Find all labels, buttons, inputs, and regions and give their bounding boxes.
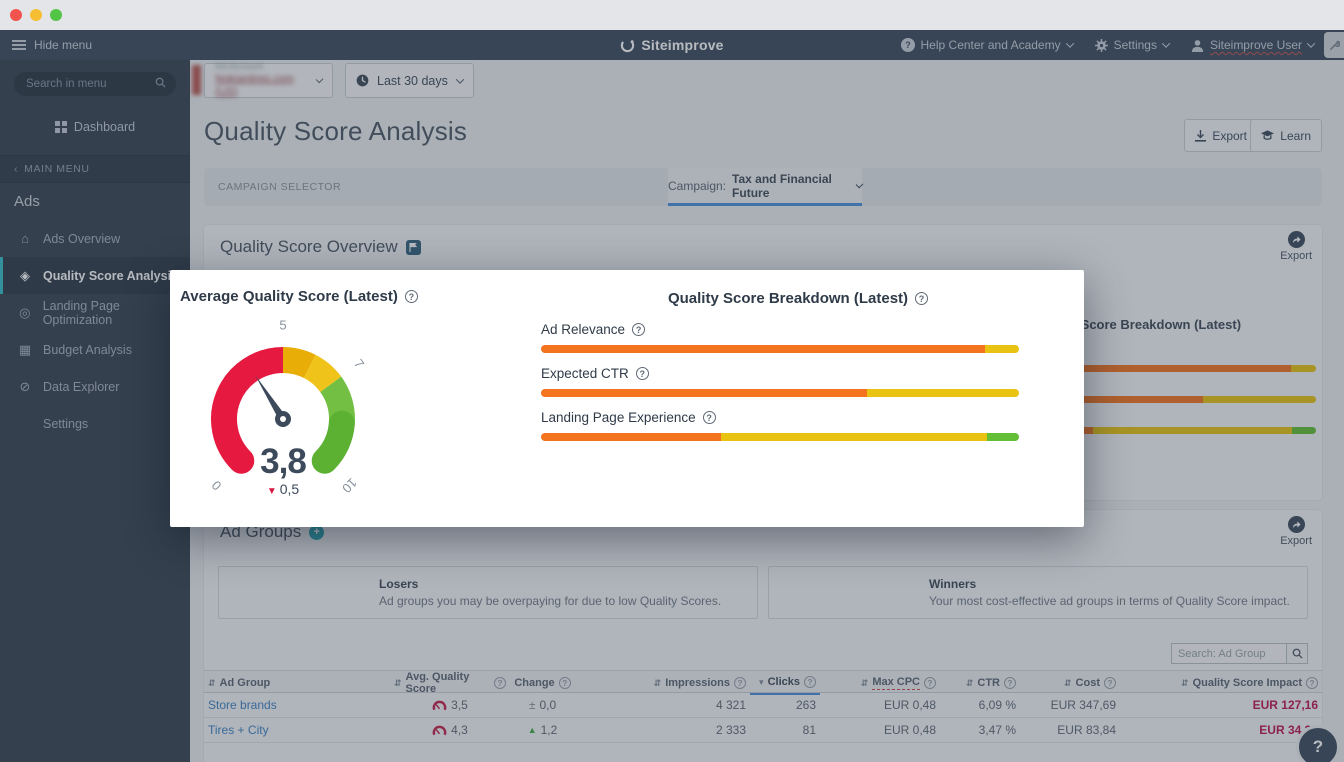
help-icon[interactable]: ? xyxy=(915,292,928,305)
close-window-button[interactable] xyxy=(10,9,22,21)
bar-segment xyxy=(987,433,1019,441)
triangle-down-icon: ▼ xyxy=(267,486,277,497)
bar-segment xyxy=(985,345,1019,353)
breakdown-item-label: Ad Relevance? xyxy=(541,322,1019,337)
help-icon[interactable]: ? xyxy=(636,367,649,380)
breakdown-item-label: Expected CTR? xyxy=(541,366,1019,381)
bar-segment xyxy=(541,433,721,441)
svg-text:7: 7 xyxy=(351,356,367,371)
breakdown-item: Landing Page Experience? xyxy=(541,410,1019,441)
minimize-window-button[interactable] xyxy=(30,9,42,21)
help-icon[interactable]: ? xyxy=(703,411,716,424)
bar-segment xyxy=(721,433,987,441)
breakdown-item: Expected CTR? xyxy=(541,366,1019,397)
screen: Hide menu Siteimprove ? Help Center and … xyxy=(0,0,1344,762)
gauge-value: 3,8 xyxy=(203,442,363,482)
bar-segment xyxy=(541,345,985,353)
breakdown-items: Ad Relevance? Expected CTR? Landing Page E… xyxy=(541,322,1019,454)
breakdown-title: Quality Score Breakdown (Latest) ? xyxy=(530,290,1066,307)
stacked-bar xyxy=(541,433,1019,441)
gauge-title: Average Quality Score (Latest) ? xyxy=(180,288,418,305)
breakdown-item-label: Landing Page Experience? xyxy=(541,410,1019,425)
stacked-bar xyxy=(541,345,1019,353)
breakdown-item: Ad Relevance? xyxy=(541,322,1019,353)
zoom-window-button[interactable] xyxy=(50,9,62,21)
bar-segment xyxy=(867,389,1019,397)
gauge-change: ▼0,5 xyxy=(203,481,363,497)
bar-segment xyxy=(541,389,867,397)
stacked-bar xyxy=(541,389,1019,397)
help-icon[interactable]: ? xyxy=(632,323,645,336)
quality-score-modal: Average Quality Score (Latest) ? 05710 3… xyxy=(170,270,1084,527)
window-titlebar xyxy=(0,0,1344,30)
svg-text:5: 5 xyxy=(279,317,286,332)
help-icon[interactable]: ? xyxy=(405,290,418,303)
